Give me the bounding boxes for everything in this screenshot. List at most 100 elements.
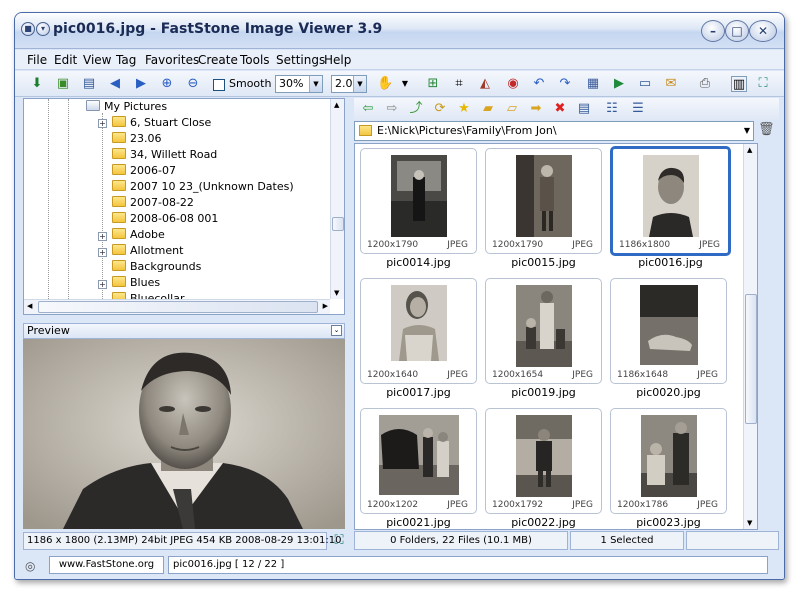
thumbnail-card[interactable]: 1200x1202 JPEG bbox=[360, 408, 477, 514]
thumbnail-filename[interactable]: pic0017.jpg bbox=[360, 386, 477, 399]
app-menu-icon[interactable]: ■ bbox=[21, 22, 35, 36]
tree-item[interactable]: 2007 10 23_(Unknown Dates) bbox=[112, 179, 294, 195]
chevron-down-icon[interactable]: ▼ bbox=[397, 76, 413, 92]
back-icon[interactable]: ⇦ bbox=[360, 101, 376, 117]
print-icon[interactable]: ⎙ bbox=[697, 76, 713, 92]
scrollbar-thumb[interactable] bbox=[745, 294, 757, 424]
scroll-down-icon[interactable]: ▼ bbox=[334, 289, 339, 297]
menu-favorites[interactable]: Favorites bbox=[145, 53, 199, 67]
color-icon[interactable]: ◭ bbox=[477, 76, 493, 92]
open-icon[interactable]: ⬇ bbox=[29, 76, 45, 92]
scroll-down-icon[interactable]: ▼ bbox=[747, 519, 752, 527]
scroll-left-icon[interactable]: ◀ bbox=[27, 302, 32, 310]
zoom-out-icon[interactable]: ⊖ bbox=[185, 76, 201, 92]
path-combobox[interactable]: E:\Nick\Pictures\Family\From Jon\ ▼ bbox=[354, 121, 754, 141]
list-view-icon[interactable]: ☷ bbox=[604, 101, 620, 117]
scroll-up-icon[interactable]: ▲ bbox=[334, 101, 339, 109]
favorite-icon[interactable]: ★ bbox=[456, 101, 472, 117]
tree-root[interactable]: My Pictures bbox=[86, 99, 167, 115]
fullscreen-preview-icon[interactable]: ⛶ bbox=[331, 533, 347, 549]
delete-icon[interactable]: ✖ bbox=[552, 101, 568, 117]
website-link[interactable]: www.FastStone.org bbox=[49, 556, 164, 574]
menu-view[interactable]: View bbox=[83, 53, 111, 67]
chevron-down-icon[interactable]: ▼ bbox=[744, 122, 750, 140]
up-folder-icon[interactable]: ⤴ bbox=[408, 101, 424, 117]
rotate-right-icon[interactable]: ↷ bbox=[557, 76, 573, 92]
thumbnail-grid[interactable]: 1200x1790 JPEG pic0014.jpg 1200x1790 JPEG … bbox=[354, 143, 758, 530]
thumbnail-filename[interactable]: pic0022.jpg bbox=[485, 516, 602, 529]
new-folder-icon[interactable]: ▰ bbox=[480, 101, 496, 117]
thumbnail-card[interactable]: 1200x1654 JPEG bbox=[485, 278, 602, 384]
tree-item[interactable]: Blues bbox=[112, 275, 160, 291]
thumbnail-filename[interactable]: pic0015.jpg bbox=[485, 256, 602, 269]
thumbnail-filename[interactable]: pic0021.jpg bbox=[360, 516, 477, 529]
menu-create[interactable]: Create bbox=[198, 53, 238, 67]
thumbnail-card-selected[interactable]: 1186x1800 JPEG bbox=[610, 146, 731, 256]
menu-settings[interactable]: Settings bbox=[276, 53, 325, 67]
copy-to-icon[interactable]: ▱ bbox=[504, 101, 520, 117]
tree-item[interactable]: 2006-07 bbox=[112, 163, 176, 179]
zoom-in-icon[interactable]: ⊕ bbox=[159, 76, 175, 92]
tree-item[interactable]: Adobe bbox=[112, 227, 165, 243]
expand-icon[interactable]: + bbox=[98, 232, 107, 241]
fit-icon[interactable]: ⊞ bbox=[425, 76, 441, 92]
hand-tool-icon[interactable]: ✋ bbox=[377, 76, 393, 92]
expand-icon[interactable]: + bbox=[98, 119, 107, 128]
email-icon[interactable]: ✉ bbox=[663, 76, 679, 92]
tree-item[interactable]: 2007-08-22 bbox=[112, 195, 194, 211]
scrollbar-thumb[interactable] bbox=[332, 217, 344, 231]
expand-icon[interactable]: + bbox=[98, 248, 107, 257]
minimize-button[interactable]: – bbox=[701, 20, 725, 42]
thumbnail-card[interactable]: 1186x1648 JPEG bbox=[610, 278, 727, 384]
thumbnail-card[interactable]: 1200x1790 JPEG bbox=[360, 148, 477, 254]
tree-item[interactable]: 23.06 bbox=[112, 131, 162, 147]
previous-icon[interactable]: ◀ bbox=[107, 76, 123, 92]
thumbnail-filename[interactable]: pic0016.jpg bbox=[612, 256, 729, 269]
thumbnail-filename[interactable]: pic0019.jpg bbox=[485, 386, 602, 399]
thumbnail-filename[interactable]: pic0014.jpg bbox=[360, 256, 477, 269]
rotate-left-icon[interactable]: ↶ bbox=[531, 76, 547, 92]
thumbnail-card[interactable]: 1200x1790 JPEG bbox=[485, 148, 602, 254]
tree-item[interactable]: 2008-06-08 001 bbox=[112, 211, 218, 227]
menu-tag[interactable]: Tag bbox=[116, 53, 136, 67]
menu-help[interactable]: Help bbox=[324, 53, 351, 67]
next-icon[interactable]: ▶ bbox=[133, 76, 149, 92]
menu-tools[interactable]: Tools bbox=[240, 53, 270, 67]
grid-view-icon[interactable]: ▦ bbox=[585, 76, 601, 92]
crop-icon[interactable]: ⌗ bbox=[451, 76, 467, 92]
scrollbar-thumb[interactable] bbox=[38, 301, 318, 313]
tree-item[interactable]: Backgrounds bbox=[112, 259, 201, 275]
maximize-button[interactable]: □ bbox=[725, 20, 749, 42]
details-view-icon[interactable]: ▤ bbox=[576, 101, 592, 117]
thumbnail-card[interactable]: 1200x1786 JPEG bbox=[610, 408, 727, 514]
expand-icon[interactable]: + bbox=[98, 280, 107, 289]
layout-icon[interactable]: ▥ bbox=[731, 76, 747, 92]
monitor-icon[interactable]: ▭ bbox=[637, 76, 653, 92]
save-icon[interactable]: ▤ bbox=[81, 76, 97, 92]
thumbnail-card[interactable]: 1200x1792 JPEG bbox=[485, 408, 602, 514]
fullscreen-icon[interactable]: ⛶ bbox=[755, 76, 771, 92]
thumbnail-filename[interactable]: pic0020.jpg bbox=[610, 386, 727, 399]
tree-item[interactable]: Allotment bbox=[112, 243, 183, 259]
menu-file[interactable]: File bbox=[27, 53, 47, 67]
folder-icon[interactable]: ▣ bbox=[55, 76, 71, 92]
close-button[interactable]: ✕ bbox=[749, 20, 777, 42]
thumbnail-scrollbar[interactable]: ▲ ▼ bbox=[743, 144, 757, 529]
tree-item[interactable]: 6, Stuart Close bbox=[112, 115, 211, 131]
tree-item[interactable]: 34, Willett Road bbox=[112, 147, 217, 163]
scroll-up-icon[interactable]: ▲ bbox=[747, 146, 752, 154]
menu-edit[interactable]: Edit bbox=[54, 53, 77, 67]
smooth-checkbox[interactable] bbox=[213, 79, 225, 91]
move-to-icon[interactable]: ➡ bbox=[528, 101, 544, 117]
recycle-bin-icon[interactable]: 🗑 bbox=[758, 122, 775, 138]
forward-icon[interactable]: ⇨ bbox=[384, 101, 400, 117]
ratio-select[interactable]: 2.0 ▼ bbox=[331, 75, 367, 93]
system-menu-icon[interactable]: ▾ bbox=[36, 22, 50, 36]
thumbnail-view-icon[interactable]: ☰ bbox=[630, 101, 646, 117]
thumbnail-filename[interactable]: pic0023.jpg bbox=[610, 516, 727, 529]
red-eye-icon[interactable]: ◉ bbox=[505, 76, 521, 92]
refresh-icon[interactable]: ⟳ bbox=[432, 101, 448, 117]
thumbnail-card[interactable]: 1200x1640 JPEG bbox=[360, 278, 477, 384]
folder-tree[interactable]: My Pictures + 6, Stuart Close 23.06 34, … bbox=[23, 98, 345, 315]
tree-horizontal-scrollbar[interactable]: ◀ ▶ bbox=[24, 299, 330, 314]
